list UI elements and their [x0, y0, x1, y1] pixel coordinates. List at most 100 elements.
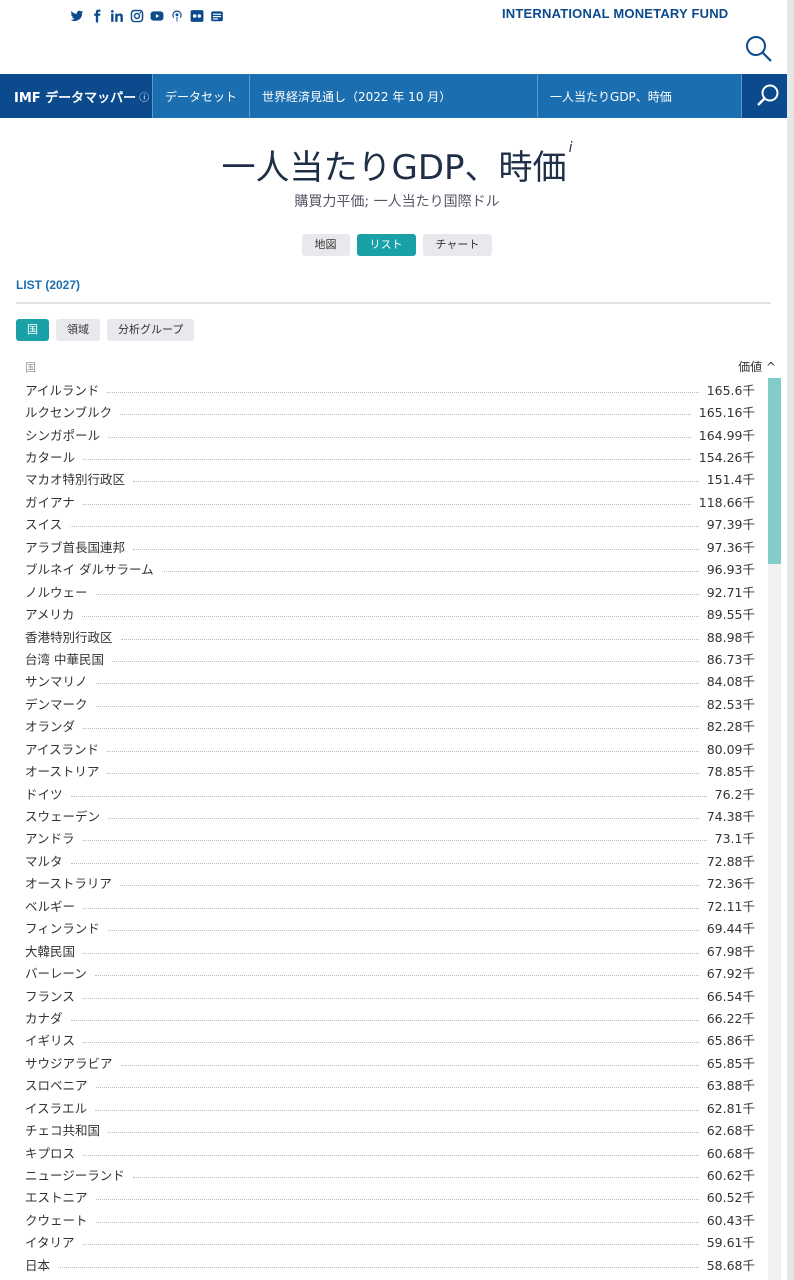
list-item[interactable]: マカオ特別行政区 151.4千 [25, 468, 755, 490]
list-item[interactable]: ルクセンブルク 165.16千 [25, 400, 755, 422]
list-item[interactable]: アイルランド 165.6千 [25, 378, 755, 400]
country-name[interactable]: マカオ特別行政区 [25, 469, 125, 488]
country-name[interactable]: ドイツ [25, 784, 63, 803]
list-item[interactable]: ニュージーランド 60.62千 [25, 1163, 755, 1185]
twitter-icon[interactable] [70, 9, 84, 23]
list-item[interactable]: スロベニア 63.88千 [25, 1074, 755, 1096]
instagram-icon[interactable] [130, 9, 144, 23]
country-name[interactable]: バーレーン [25, 963, 87, 982]
list-item[interactable]: イタリア 59.61千 [25, 1231, 755, 1253]
country-name[interactable]: クウェート [25, 1210, 88, 1229]
group-region-button[interactable]: 領域 [56, 319, 100, 341]
country-name[interactable]: イタリア [25, 1232, 75, 1251]
podcast-icon[interactable] [170, 9, 184, 23]
list-item[interactable]: スウェーデン 74.38千 [25, 804, 755, 826]
nav-indicator[interactable]: 一人当たりGDP、時価 [538, 74, 742, 118]
country-name[interactable]: イスラエル [25, 1098, 87, 1117]
linkedin-icon[interactable] [110, 9, 124, 23]
column-header-value-sort[interactable]: 価値 ^ [738, 358, 776, 375]
country-name[interactable]: ブルネイ ダルサラーム [25, 559, 154, 578]
flickr-icon[interactable] [190, 9, 204, 23]
country-name[interactable]: 香港特別行政区 [25, 627, 113, 646]
list-item[interactable]: マルタ 72.88千 [25, 849, 755, 871]
country-name[interactable]: アンドラ [25, 828, 75, 847]
country-name[interactable]: オーストラリア [25, 873, 112, 892]
newsletter-icon[interactable] [210, 9, 224, 23]
search-icon[interactable] [744, 34, 774, 64]
country-name[interactable]: フィンランド [25, 918, 100, 937]
list-item[interactable]: オランダ 82.28千 [25, 715, 755, 737]
list-item[interactable]: キプロス 60.68千 [25, 1141, 755, 1163]
list-item[interactable]: デンマーク 82.53千 [25, 692, 755, 714]
country-name[interactable]: フランス [25, 986, 75, 1005]
country-name[interactable]: アイスランド [25, 739, 99, 758]
country-name[interactable]: チェコ共和国 [25, 1120, 100, 1139]
list-item[interactable]: チェコ共和国 62.68千 [25, 1118, 755, 1140]
view-map-button[interactable]: 地図 [301, 234, 350, 256]
country-name[interactable]: 大韓民国 [25, 941, 75, 960]
info-icon[interactable]: ⓘ [139, 89, 149, 104]
list-item[interactable]: ガイアナ 118.66千 [25, 490, 755, 512]
list-item[interactable]: フランス 66.54千 [25, 984, 755, 1006]
country-name[interactable]: アイルランド [25, 380, 99, 399]
country-name[interactable]: スロベニア [25, 1075, 88, 1094]
country-name[interactable]: ニュージーランド [25, 1165, 125, 1184]
nav-datamapper[interactable]: IMF データマッパー ⓘ [0, 74, 153, 118]
country-name[interactable]: シンガポール [25, 425, 100, 444]
country-name[interactable]: オランダ [25, 716, 75, 735]
list-item[interactable]: 香港特別行政区 88.98千 [25, 625, 755, 647]
group-analytic-button[interactable]: 分析グループ [107, 319, 195, 341]
scrollbar-thumb[interactable] [768, 378, 781, 564]
list-item[interactable]: シンガポール 164.99千 [25, 423, 755, 445]
country-name[interactable]: アラブ首長国連邦 [25, 537, 125, 556]
list-item[interactable]: サウジアラビア 65.85千 [25, 1051, 755, 1073]
list-item[interactable]: イギリス 65.86千 [25, 1029, 755, 1051]
country-name[interactable]: マルタ [25, 851, 63, 870]
list-item[interactable]: バーレーン 67.92千 [25, 961, 755, 983]
country-name[interactable]: スウェーデン [25, 806, 100, 825]
list-item[interactable]: オーストリア 78.85千 [25, 759, 755, 781]
list-item[interactable]: 台湾 中華民国 86.73千 [25, 647, 755, 669]
imf-logo-text[interactable]: INTERNATIONAL MONETARY FUND [502, 6, 728, 21]
view-list-button[interactable]: リスト [356, 234, 416, 256]
country-name[interactable]: アメリカ [25, 604, 74, 623]
country-name[interactable]: ノルウェー [25, 582, 88, 601]
list-item[interactable]: ベルギー 72.11千 [25, 894, 755, 916]
country-name[interactable]: オーストリア [25, 761, 99, 780]
nav-dataset-weo[interactable]: 世界経済見通し（2022 年 10 月） [250, 74, 539, 118]
country-name[interactable]: サウジアラビア [25, 1053, 113, 1072]
list-item[interactable]: フィンランド 69.44千 [25, 917, 755, 939]
country-name[interactable]: デンマーク [25, 694, 88, 713]
view-chart-button[interactable]: チャート [422, 234, 493, 256]
list-item[interactable]: 大韓民国 67.98千 [25, 939, 755, 961]
country-name[interactable]: キプロス [25, 1143, 75, 1162]
list-item[interactable]: アイスランド 80.09千 [25, 737, 755, 759]
list-item[interactable]: スイス 97.39千 [25, 513, 755, 535]
group-country-button[interactable]: 国 [16, 319, 49, 341]
country-name[interactable]: 日本 [25, 1255, 50, 1274]
title-info-icon[interactable]: i [569, 140, 573, 156]
youtube-icon[interactable] [150, 9, 164, 23]
list-item[interactable]: ブルネイ ダルサラーム 96.93千 [25, 558, 755, 580]
country-name[interactable]: カタール [25, 447, 75, 466]
list-item[interactable]: カタール 154.26千 [25, 445, 755, 467]
country-name[interactable]: カナダ [25, 1008, 63, 1027]
list-item[interactable]: ノルウェー 92.71千 [25, 580, 755, 602]
country-name[interactable]: 台湾 中華民国 [25, 649, 104, 668]
list-item[interactable]: 日本 58.68千 [25, 1253, 755, 1275]
list-item[interactable]: サンマリノ 84.08千 [25, 670, 755, 692]
list-item[interactable]: アメリカ 89.55千 [25, 602, 755, 624]
country-name[interactable]: スイス [25, 514, 62, 533]
list-item[interactable]: アラブ首長国連邦 97.36千 [25, 535, 755, 557]
country-name[interactable]: ベルギー [25, 896, 75, 915]
list-item[interactable]: アンドラ 73.1千 [25, 827, 755, 849]
list-item[interactable]: クウェート 60.43千 [25, 1208, 755, 1230]
nav-datasets[interactable]: データセット [153, 74, 251, 118]
country-name[interactable]: エストニア [25, 1187, 88, 1206]
list-item[interactable]: イスラエル 62.81千 [25, 1096, 755, 1118]
list-item[interactable]: エストニア 60.52千 [25, 1186, 755, 1208]
country-name[interactable]: ガイアナ [25, 492, 75, 511]
facebook-icon[interactable] [90, 9, 104, 23]
country-name[interactable]: サンマリノ [25, 671, 88, 690]
list-item[interactable]: カナダ 66.22千 [25, 1006, 755, 1028]
